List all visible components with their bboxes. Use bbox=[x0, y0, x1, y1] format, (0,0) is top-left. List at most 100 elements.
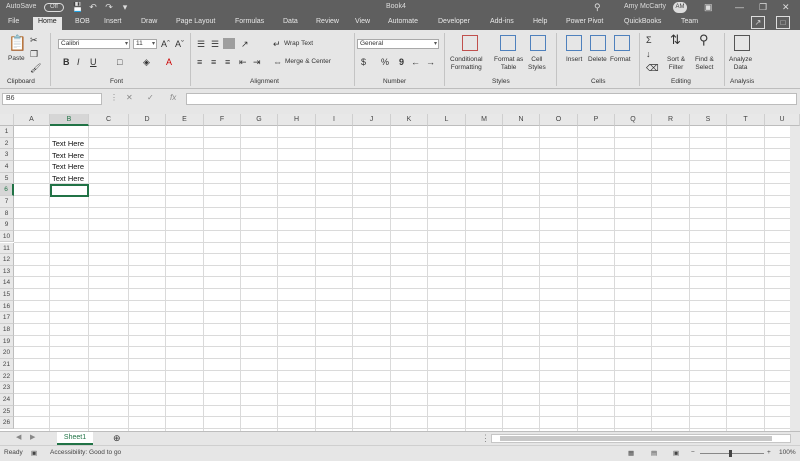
row-header-1[interactable]: 1 bbox=[0, 126, 14, 138]
decrease-indent-icon[interactable]: ⇤ bbox=[239, 57, 247, 67]
tab-data[interactable]: Data bbox=[283, 18, 298, 25]
increase-indent-icon[interactable]: ⇥ bbox=[253, 57, 261, 67]
select-all-corner[interactable] bbox=[0, 114, 14, 126]
vertical-scrollbar[interactable] bbox=[790, 126, 800, 431]
merge-center-button[interactable]: Merge & Center bbox=[285, 58, 331, 66]
share-icon[interactable]: ↗ bbox=[751, 16, 765, 29]
column-header-b[interactable]: B bbox=[50, 114, 89, 126]
increase-font-icon[interactable]: Aˆ bbox=[161, 39, 170, 49]
decrease-font-icon[interactable]: Aˇ bbox=[175, 39, 184, 49]
cell-B5[interactable]: Text Here bbox=[52, 174, 84, 183]
align-center-icon[interactable]: ≡ bbox=[211, 57, 216, 67]
undo-icon[interactable]: ↶ bbox=[88, 2, 98, 12]
currency-button[interactable]: $ bbox=[361, 57, 366, 67]
top-align-icon[interactable]: ☰ bbox=[197, 39, 205, 49]
save-icon[interactable]: 💾 bbox=[72, 2, 83, 12]
normal-view-icon[interactable]: ▦ bbox=[628, 449, 634, 457]
insert-cells-button[interactable]: Insert bbox=[566, 56, 582, 64]
column-header-m[interactable]: M bbox=[466, 114, 503, 126]
autosave-toggle[interactable]: Off bbox=[44, 3, 64, 12]
search-icon[interactable]: ⚲ bbox=[594, 2, 601, 13]
formula-input[interactable] bbox=[186, 93, 797, 105]
sort-filter-button[interactable]: Sort & Filter bbox=[667, 56, 685, 72]
column-header-d[interactable]: D bbox=[129, 114, 166, 126]
cut-icon[interactable]: ✂ bbox=[30, 35, 38, 45]
insert-function-button[interactable]: fx bbox=[170, 93, 176, 102]
tab-bob[interactable]: BOB bbox=[75, 18, 90, 25]
paste-icon[interactable]: 📋 bbox=[8, 36, 27, 52]
copy-icon[interactable]: ❐ bbox=[30, 49, 38, 59]
accessibility-status[interactable]: Accessibility: Good to go bbox=[50, 449, 121, 456]
zoom-slider[interactable] bbox=[700, 453, 764, 454]
font-name-select[interactable]: Calibri ▾ bbox=[58, 39, 130, 49]
column-header-l[interactable]: L bbox=[428, 114, 466, 126]
delete-cells-button[interactable]: Delete bbox=[588, 56, 607, 64]
tab-formulas[interactable]: Formulas bbox=[235, 18, 264, 25]
tab-developer[interactable]: Developer bbox=[438, 18, 470, 25]
zoom-level[interactable]: 100% bbox=[779, 449, 796, 456]
find-select-button[interactable]: Find & Select bbox=[695, 56, 714, 72]
analyze-data-icon[interactable] bbox=[734, 35, 750, 51]
avatar[interactable]: AM bbox=[673, 2, 687, 13]
tab-view[interactable]: View bbox=[355, 18, 370, 25]
column-header-u[interactable]: U bbox=[765, 114, 800, 126]
row-header-16[interactable]: 16 bbox=[0, 300, 14, 313]
tab-draw[interactable]: Draw bbox=[141, 18, 157, 25]
tab-power-pivot[interactable]: Power Pivot bbox=[566, 18, 603, 25]
row-header-20[interactable]: 20 bbox=[0, 347, 14, 359]
row-header-17[interactable]: 17 bbox=[0, 312, 14, 325]
analyze-data-button[interactable]: Analyze Data bbox=[729, 56, 752, 72]
tab-home[interactable]: Home bbox=[33, 17, 62, 30]
user-name[interactable]: Amy McCarty bbox=[624, 3, 666, 10]
zoom-in-icon[interactable]: + bbox=[767, 449, 771, 456]
tab-add-ins[interactable]: Add-ins bbox=[490, 18, 514, 25]
bold-button[interactable]: B bbox=[63, 57, 70, 67]
ribbon-display-icon[interactable]: ▣ bbox=[704, 2, 713, 13]
name-box[interactable]: B6 bbox=[2, 93, 102, 105]
row-header-2[interactable]: 2 bbox=[0, 137, 14, 150]
tab-team[interactable]: Team bbox=[681, 18, 698, 25]
column-header-f[interactable]: F bbox=[204, 114, 241, 126]
column-header-k[interactable]: K bbox=[391, 114, 428, 126]
font-size-select[interactable]: 11 ▾ bbox=[133, 39, 157, 49]
decrease-decimal-icon[interactable]: → bbox=[426, 57, 435, 67]
fill-icon[interactable]: ↓ bbox=[646, 49, 651, 59]
close-icon[interactable]: ✕ bbox=[782, 2, 790, 13]
zoom-slider-thumb[interactable] bbox=[729, 450, 732, 457]
cell-styles-icon[interactable] bbox=[530, 35, 546, 51]
percent-button[interactable]: % bbox=[381, 57, 389, 67]
column-header-e[interactable]: E bbox=[166, 114, 204, 126]
merge-icon[interactable]: ⇔ bbox=[273, 57, 282, 67]
row-header-3[interactable]: 3 bbox=[0, 149, 14, 161]
tab-quickbooks[interactable]: QuickBooks bbox=[624, 18, 661, 25]
tab-help[interactable]: Help bbox=[533, 18, 547, 25]
row-header-6[interactable]: 6 bbox=[0, 184, 14, 196]
add-sheet-icon[interactable]: ⊕ bbox=[113, 433, 121, 443]
active-cell[interactable] bbox=[50, 184, 89, 197]
cell-styles-button[interactable]: Cell Styles bbox=[528, 56, 546, 72]
italic-button[interactable]: I bbox=[77, 57, 80, 67]
comma-button[interactable]: 9 bbox=[399, 57, 404, 67]
column-header-q[interactable]: Q bbox=[615, 114, 652, 126]
column-header-j[interactable]: J bbox=[353, 114, 391, 126]
row-header-26[interactable]: 26 bbox=[0, 417, 14, 429]
borders-icon[interactable]: □ bbox=[117, 57, 122, 67]
horizontal-scrollbar[interactable] bbox=[491, 434, 791, 443]
underline-button[interactable]: U bbox=[90, 57, 97, 67]
middle-align-icon[interactable]: ☰ bbox=[211, 39, 219, 49]
prev-sheet-icon[interactable]: ◀ bbox=[16, 433, 21, 443]
row-header-22[interactable]: 22 bbox=[0, 370, 14, 383]
tab-file[interactable]: File bbox=[8, 18, 19, 25]
column-header-a[interactable]: A bbox=[14, 114, 50, 126]
row-header-7[interactable]: 7 bbox=[0, 195, 14, 208]
column-header-s[interactable]: S bbox=[690, 114, 727, 126]
align-left-icon[interactable]: ≡ bbox=[197, 57, 202, 67]
macro-record-icon[interactable]: ▣ bbox=[31, 449, 37, 457]
tab-automate[interactable]: Automate bbox=[388, 18, 418, 25]
column-header-o[interactable]: O bbox=[540, 114, 578, 126]
restore-icon[interactable]: ❐ bbox=[759, 2, 767, 13]
column-header-t[interactable]: T bbox=[727, 114, 765, 126]
redo-icon[interactable]: ↷ bbox=[104, 2, 114, 12]
tab-review[interactable]: Review bbox=[316, 18, 339, 25]
scrollbar-thumb[interactable] bbox=[500, 436, 772, 441]
